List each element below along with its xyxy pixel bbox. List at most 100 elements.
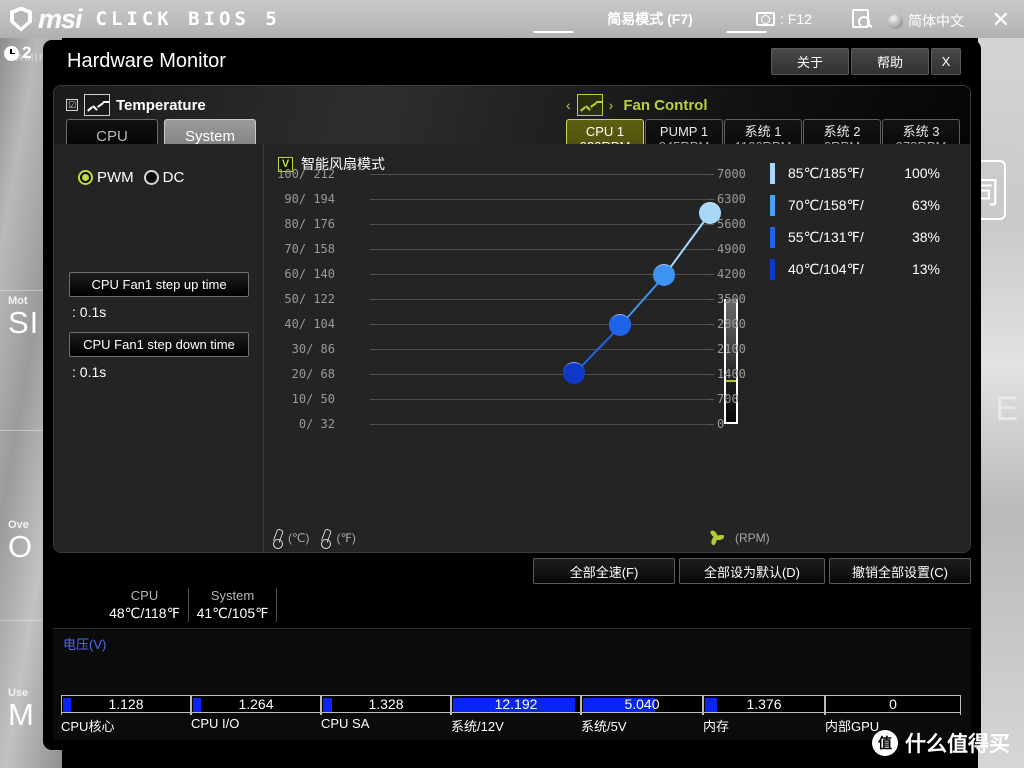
chart-y-tick-right: 6300: [709, 192, 746, 206]
fan-name-0: CPU 1: [585, 124, 625, 140]
step-down-time-value: : 0.1s: [72, 364, 107, 380]
screenshot-shortcut[interactable]: : F12: [756, 11, 812, 27]
chart-tick-mark: [709, 224, 714, 225]
collapse-checkbox-icon[interactable]: ☑: [66, 99, 78, 111]
chart-y-tick-right: 4200: [709, 267, 746, 281]
temp-tab-cpu-label: CPU: [96, 128, 128, 145]
readout-system-temp-value: 41℃/105℉: [196, 605, 269, 621]
legend-row: 85℃/185℉/ 100%: [770, 162, 940, 184]
watermark: 值 什么值得买: [872, 728, 1010, 758]
voltage-item-4: 5.040 系统/5V: [581, 695, 703, 739]
top-toolbar: msi CLICK BIOS 5 简易模式 (F7) : F12 简体中文 ✕: [0, 0, 1024, 38]
fan-curve-chart: V 智能风扇模式 100/ 212 90/ 194 80/ 176 70/ 158 60…: [265, 144, 970, 552]
undo-all-button[interactable]: 撤销全部设置(C): [829, 558, 971, 584]
legend-color-swatch: [770, 162, 775, 184]
chart-y-tick-left: 30/ 86: [291, 342, 335, 356]
all-full-speed-button[interactable]: 全部全速(F): [533, 558, 675, 584]
step-up-time-value: : 0.1s: [72, 304, 107, 320]
legend-row: 70℃/158℉/ 63%: [770, 194, 940, 216]
product-name: CLICK BIOS 5: [95, 8, 281, 30]
voltage-panel: 电压(V) 1.128 CPU核心 1.264 CPU I/O 1.328 CPU SA 1…: [53, 628, 971, 740]
voltage-bar-track: 1.328: [321, 695, 451, 715]
easy-mode-tab[interactable]: 简易模式 (F7): [560, 0, 740, 38]
chart-y-tick-left: 10/ 50: [291, 392, 335, 406]
chart-y-tick-right: 3500: [709, 292, 746, 306]
legend-duty-percent-1: 63%: [911, 197, 940, 213]
readout-cpu-temp-label: CPU: [130, 588, 159, 603]
readout-cpu-temp: CPU 48℃/118℉: [101, 588, 189, 622]
legend-duty-percent-0: 100%: [904, 165, 940, 181]
monitor-panel: ☑ Temperature CPU System ‹ › Fan Control…: [53, 85, 971, 553]
legend-temperature-3: 40℃/104℉/: [788, 260, 864, 277]
search-button[interactable]: [852, 9, 870, 28]
camera-icon: [756, 12, 775, 26]
chart-tick-mark: [709, 424, 714, 425]
globe-icon: [888, 13, 903, 29]
all-default-button[interactable]: 全部设为默认(D): [679, 558, 825, 584]
legend-color-swatch: [770, 258, 775, 280]
radio-pwm-label: PWM: [97, 169, 134, 186]
help-button[interactable]: 帮助: [851, 48, 929, 75]
clock-icon: [4, 45, 19, 61]
voltage-value-0: 1.128: [108, 696, 144, 712]
temperature-section-header: ☑ Temperature: [66, 94, 206, 116]
step-down-time-button[interactable]: CPU Fan1 step down time: [69, 332, 249, 357]
chart-gridline: [370, 349, 710, 350]
chart-tick-mark: [709, 324, 714, 325]
fan-curve-point-0[interactable]: [563, 361, 585, 384]
fan-next-icon[interactable]: ›: [609, 97, 614, 113]
fan-control-section-label: Fan Control: [623, 96, 708, 114]
chart-y-tick-right: 2800: [709, 317, 746, 331]
legend-color-swatch: [770, 226, 775, 248]
fan-name-2: 系统 1: [744, 124, 782, 140]
fan-control-graph-icon: [576, 94, 603, 116]
language-label: 简体中文: [908, 13, 964, 29]
chart-tick-mark: [709, 274, 714, 275]
language-selector[interactable]: 简体中文: [888, 11, 964, 31]
topbar-close-button[interactable]: ✕: [992, 7, 1010, 33]
msi-dragon-shield-icon: [10, 6, 32, 32]
voltage-value-4: 5.040: [624, 696, 660, 712]
chart-plot-area[interactable]: [370, 174, 738, 425]
voltage-value-6: 0: [889, 696, 897, 712]
voltage-value-2: 1.328: [368, 696, 404, 712]
radio-pwm[interactable]: [78, 170, 93, 185]
chart-gridline: [370, 249, 710, 250]
window-title-buttons: 关于 帮助 X: [769, 48, 961, 75]
readout-system-temp-label: System: [210, 588, 255, 603]
chart-y-tick-right: 0: [709, 417, 724, 431]
close-window-button[interactable]: X: [931, 48, 961, 75]
fan-name-3: 系统 2: [823, 124, 861, 140]
radio-dc-label: DC: [162, 169, 185, 186]
radio-dc[interactable]: [143, 170, 159, 185]
chart-y-tick-left: 80/ 176: [284, 217, 335, 231]
step-up-time-button[interactable]: CPU Fan1 step up time: [69, 272, 249, 297]
temperature-section-label: Temperature: [116, 96, 206, 114]
fan-settings-column: PWM DC CPU Fan1 step up time : 0.1s CPU …: [54, 144, 264, 552]
chart-y-axis-left: 100/ 212 90/ 194 80/ 176 70/ 158 60/ 140 50/ …: [265, 167, 335, 431]
chart-y-tick-right: 700: [709, 392, 739, 406]
thermometer-fahrenheit-icon: [321, 529, 332, 549]
chart-y-tick-left: 60/ 140: [284, 267, 335, 281]
legend-temperature-1: 70℃/158℉/: [788, 196, 864, 213]
window-title: Hardware Monitor: [67, 50, 226, 72]
legend-temperature-0: 85℃/185℉/: [788, 164, 864, 181]
about-button[interactable]: 关于: [771, 48, 849, 75]
temperature-graph-icon: [84, 94, 110, 116]
chart-tick-mark: [709, 399, 714, 400]
background-clock-text: 2: [22, 43, 32, 62]
fan-curve-point-1[interactable]: [608, 314, 631, 337]
watermark-text: 什么值得买: [905, 733, 1010, 756]
voltage-item-2: 1.328 CPU SA: [321, 695, 451, 739]
msi-logo: msi CLICK BIOS 5: [10, 4, 281, 35]
chart-gridline: [370, 224, 710, 225]
chart-y-tick-left: 70/ 158: [284, 242, 335, 256]
readout-system-temp: System 41℃/105℉: [189, 588, 277, 622]
voltage-bar-track: 1.264: [191, 695, 321, 715]
fan-prev-icon[interactable]: ‹: [566, 97, 571, 113]
chart-tick-mark: [709, 199, 714, 200]
chart-temp-units: (℃) (℉): [273, 529, 356, 549]
screenshot-key-label: : F12: [780, 11, 812, 27]
fan-curve-point-2[interactable]: [653, 264, 676, 287]
chart-tick-mark: [709, 299, 714, 300]
